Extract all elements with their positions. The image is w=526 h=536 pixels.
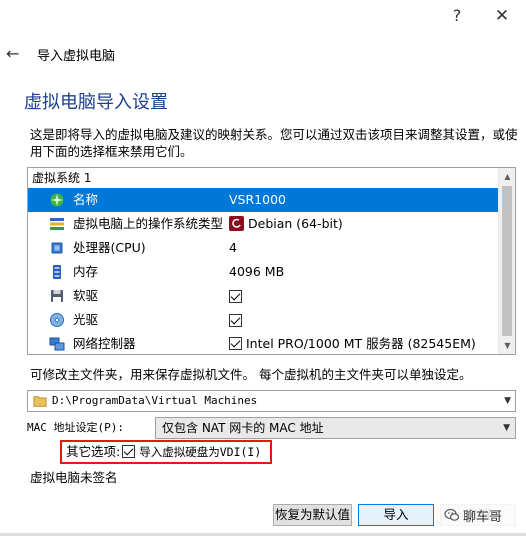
chevron-down-icon[interactable]: ▼ — [503, 418, 510, 438]
page-title: 虚拟电脑导入设置 — [24, 92, 168, 113]
row-value: VSR1000 — [229, 192, 286, 207]
row-label: 名称 — [73, 192, 99, 207]
row-label: 光驱 — [73, 312, 99, 327]
row-label: 软驱 — [73, 288, 99, 303]
name-icon — [50, 193, 64, 207]
folder-icon — [33, 396, 47, 407]
mac-policy-label: MAC 地址设定(P): — [27, 421, 124, 434]
restore-defaults-button[interactable]: 恢复为默认值 — [273, 504, 352, 526]
watermark-text: 聊车哥 — [463, 510, 503, 525]
other-options: 其它选项: 导入虚拟硬盘为VDI(I) — [66, 443, 261, 461]
row-label: 虚拟电脑上的操作系统类型 — [73, 216, 224, 231]
page-description: 这是即将导入的虚拟电脑及建议的映射关系。您可以通过双击该项目来调整其设置，或使用… — [30, 127, 518, 159]
row-value: 4096 MB — [229, 264, 285, 279]
help-button[interactable]: ? — [437, 2, 477, 30]
table-row-os-type[interactable]: 虚拟电脑上的操作系统类型 Debian (64-bit) — [28, 212, 498, 236]
table-row-optical[interactable]: 光驱 — [28, 308, 498, 332]
table-row-name[interactable]: 名称 VSR1000 — [28, 188, 498, 212]
scroll-thumb[interactable] — [502, 186, 512, 336]
network-adapter-text: Intel PRO/1000 MT 服务器 (82545EM) — [246, 336, 476, 351]
table-row-cpu[interactable]: 处理器(CPU) 4 — [28, 236, 498, 260]
import-vdi-checkbox[interactable] — [122, 445, 136, 458]
network-icon — [49, 337, 65, 351]
watermark: 聊车哥 — [440, 502, 526, 528]
back-arrow-icon[interactable]: ← — [6, 44, 19, 63]
cpu-icon — [51, 242, 63, 254]
row-checkbox[interactable] — [229, 308, 242, 332]
close-button[interactable]: ✕ — [482, 2, 522, 30]
scroll-down-icon[interactable]: ▼ — [499, 337, 515, 354]
memory-icon — [53, 265, 61, 279]
os-type-text: Debian (64-bit) — [248, 216, 343, 231]
row-checkbox[interactable] — [229, 284, 242, 308]
title-bar: ? ✕ — [0, 0, 526, 34]
floppy-icon — [51, 290, 63, 302]
row-value: Debian (64-bit) — [229, 212, 343, 236]
folder-path: D:\ProgramData\Virtual Machines — [52, 394, 258, 407]
table-scrollbar[interactable]: ▲ ▼ — [498, 168, 515, 354]
mac-policy-value: 仅包含 NAT 网卡的 MAC 地址 — [162, 421, 324, 435]
scroll-up-icon[interactable]: ▲ — [499, 168, 515, 185]
row-label: 处理器(CPU) — [73, 240, 146, 255]
network-checkbox[interactable] — [229, 337, 242, 350]
folder-hint: 可修改主文件夹，用来保存虚拟机文件。 每个虚拟机的主文件夹可以单独设定。 — [30, 367, 472, 382]
virtual-system-group[interactable]: 虚拟系统 1 — [28, 168, 498, 188]
optical-drive-icon — [50, 313, 64, 327]
wizard-name: 导入虚拟电脑 — [37, 49, 116, 64]
table-row-network[interactable]: 网络控制器 Intel PRO/1000 MT 服务器 (82545EM) — [28, 332, 498, 354]
row-value: 4 — [229, 240, 237, 255]
import-button[interactable]: 导入 — [358, 504, 434, 526]
row-label: 网络控制器 — [73, 336, 136, 351]
chevron-down-icon[interactable]: ▼ — [504, 391, 511, 411]
appliance-settings-table[interactable]: 虚拟系统 1 名称 VSR1000 虚拟电脑上的操作系统类型 Debian (6… — [27, 167, 516, 355]
table-row-floppy[interactable]: 软驱 — [28, 284, 498, 308]
row-value[interactable]: Intel PRO/1000 MT 服务器 (82545EM) — [229, 332, 476, 354]
floppy-checkbox[interactable] — [229, 290, 242, 303]
wechat-icon — [444, 508, 460, 521]
row-label: 内存 — [73, 264, 99, 279]
table-row-memory[interactable]: 内存 4096 MB — [28, 260, 498, 284]
debian-logo-icon — [229, 216, 244, 231]
os-type-icon — [50, 218, 64, 230]
optical-drive-checkbox[interactable] — [229, 314, 242, 327]
mac-policy-select[interactable]: 仅包含 NAT 网卡的 MAC 地址 ▼ — [155, 417, 516, 439]
other-options-label: 其它选项: — [66, 444, 121, 459]
signature-status: 虚拟电脑未签名 — [30, 470, 118, 485]
import-vdi-label[interactable]: 导入虚拟硬盘为VDI(I) — [139, 445, 261, 459]
base-folder-select[interactable]: D:\ProgramData\Virtual Machines ▼ — [27, 390, 516, 412]
